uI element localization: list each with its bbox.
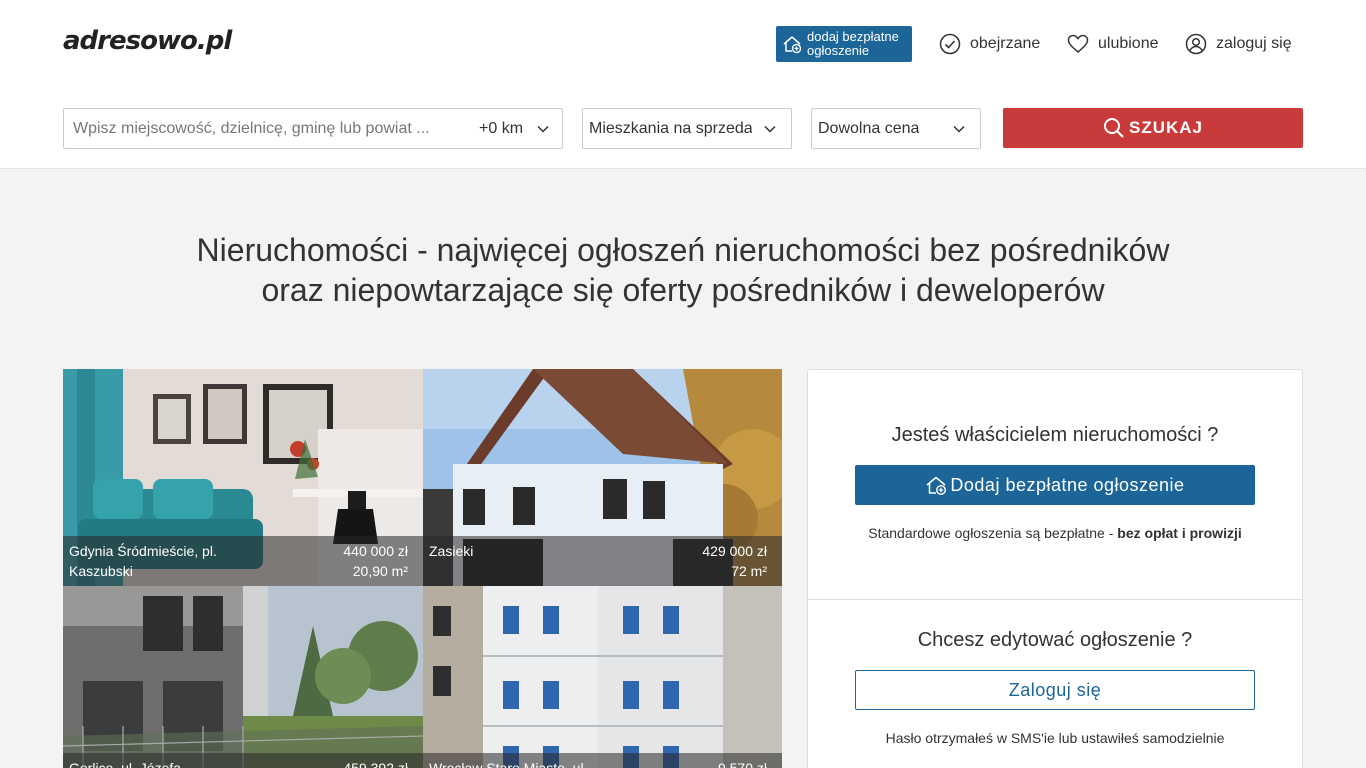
check-circle-icon (939, 33, 961, 55)
free-listing-note-bold: bez opłat i prowizji (1117, 525, 1242, 541)
price-value: Dowolna cena (818, 120, 920, 137)
listing-card[interactable]: Gdynia Śródmieście, pl. Kaszubski 440 00… (63, 369, 423, 586)
listing-caption: Zasieki 429 000 zł 72 m² (423, 536, 782, 586)
listing-area: 20,90 m² (352, 563, 408, 579)
listing-location: Wrocław Stare Miasto, ul. (429, 760, 588, 768)
chevron-down-icon (953, 125, 965, 133)
listing-location: Gdynia Śródmieście, pl. Kaszubski (69, 543, 217, 579)
radius-select[interactable]: +0 km (479, 120, 523, 138)
price-select[interactable]: Dowolna cena (811, 108, 981, 149)
chevron-down-icon[interactable] (536, 122, 550, 136)
listing-price: 459 392 zł (343, 760, 408, 768)
nav-favorites[interactable]: ulubione (1067, 31, 1159, 57)
search-icon (1103, 118, 1124, 138)
house-plus-icon (783, 36, 802, 54)
listing-area: 72 m² (731, 563, 767, 579)
listing-card[interactable]: Zasieki 429 000 zł 72 m² (423, 369, 782, 586)
page-title-line2: oraz niepowtarzające się oferty pośredni… (261, 272, 1105, 308)
listing-location: Zasieki (429, 543, 474, 559)
owner-panel: Jesteś właścicielem nieruchomości ? Doda… (807, 369, 1303, 768)
heart-icon (1067, 34, 1089, 53)
location-search-input[interactable]: Wpisz miejscowość, dzielnicę, gminę lub … (63, 108, 563, 149)
add-free-listing-label: Dodaj bezpłatne ogłoszenie (950, 474, 1185, 495)
login-button[interactable]: Zaloguj się (855, 670, 1255, 710)
panel-divider (808, 599, 1302, 600)
property-type-select[interactable]: Mieszkania na sprzedaż (582, 108, 792, 149)
listing-price: 429 000 zł (702, 543, 767, 559)
site-logo[interactable]: adresowo.pl (63, 26, 232, 56)
nav-viewed-label: obejrzane (970, 35, 1041, 52)
page-title: Nieruchomości - najwięcej ogłoszeń nieru… (0, 230, 1366, 310)
add-free-listing-button[interactable]: Dodaj bezpłatne ogłoszenie (855, 465, 1255, 505)
owner-question: Jesteś właścicielem nieruchomości ? (891, 424, 1219, 446)
listing-caption: Wrocław Stare Miasto, ul. 9 570 zł (423, 753, 782, 768)
user-circle-icon (1185, 33, 1207, 55)
nav-viewed[interactable]: obejrzane (939, 31, 1040, 57)
chevron-down-icon (764, 125, 776, 133)
property-type-value: Mieszkania na sprzedaż (589, 120, 752, 137)
site-header: adresowo.pl dodaj bezpłatne ogłoszenie o… (0, 0, 1366, 169)
location-search-placeholder: Wpisz miejscowość, dzielnicę, gminę lub … (73, 120, 430, 137)
listing-location: Gorlice, ul. Józefa (69, 760, 182, 768)
apartment-block-photo (423, 586, 782, 768)
edit-question: Chcesz edytować ogłoszenie ? (917, 629, 1193, 651)
search-button-label: SZUKAJ (1128, 118, 1203, 137)
listing-card[interactable]: Wrocław Stare Miasto, ul. 9 570 zł (423, 586, 782, 768)
page-title-line1: Nieruchomości - najwięcej ogłoszeń nieru… (196, 232, 1170, 268)
add-listing-label: dodaj bezpłatne ogłoszenie (807, 29, 899, 58)
free-listing-note: Standardowe ogłoszenia są bezpłatne - be… (868, 525, 1242, 541)
building-garden-photo (63, 586, 423, 768)
password-note: Hasło otrzymałeś w SMS'ie lub ustawiłeś … (885, 730, 1225, 746)
nav-favorites-label: ulubione (1098, 35, 1159, 52)
house-plus-icon (926, 476, 947, 496)
listing-caption: Gdynia Śródmieście, pl. Kaszubski 440 00… (63, 536, 423, 586)
search-button[interactable]: SZUKAJ (1003, 108, 1303, 148)
listing-caption: Gorlice, ul. Józefa 459 392 zł (63, 753, 423, 768)
listing-card[interactable]: Gorlice, ul. Józefa 459 392 zł (63, 586, 423, 768)
listing-price: 9 570 zł (717, 760, 767, 768)
listing-price: 440 000 zł (343, 543, 408, 559)
nav-login[interactable]: zaloguj się (1185, 31, 1292, 57)
nav-login-label: zaloguj się (1216, 35, 1292, 52)
add-listing-button[interactable]: dodaj bezpłatne ogłoszenie (776, 26, 912, 62)
